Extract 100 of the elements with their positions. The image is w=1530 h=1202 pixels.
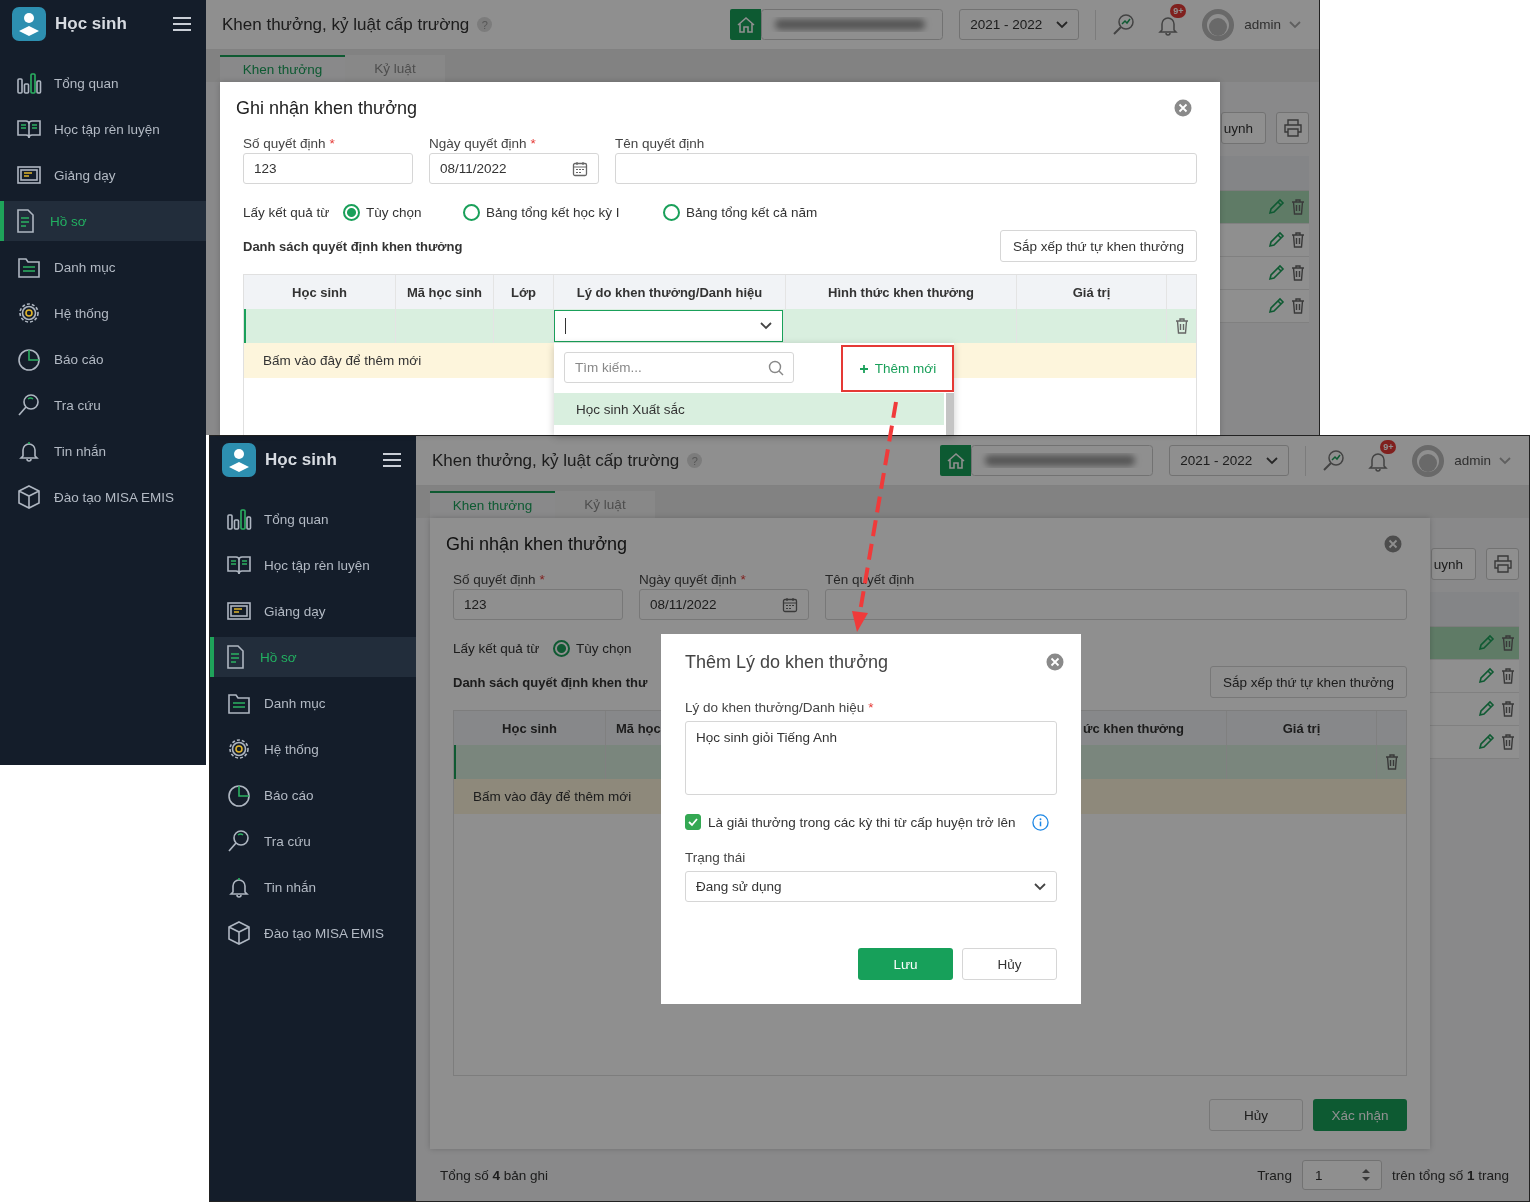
sidebar-item[interactable]: Hồ sơ xyxy=(210,637,416,677)
pencil-icon[interactable] xyxy=(1477,733,1495,751)
spinner-icon[interactable] xyxy=(1360,1167,1371,1183)
sort-button[interactable]: Sắp xếp thứ tự khen thưởng xyxy=(999,230,1197,262)
pencil-icon[interactable] xyxy=(1267,297,1285,315)
radio-button[interactable] xyxy=(343,203,360,221)
add-new-button[interactable]: Thêm mới xyxy=(841,345,954,392)
home-button[interactable] xyxy=(730,9,762,40)
chart-magnifier-icon[interactable] xyxy=(1322,448,1347,473)
close-icon[interactable] xyxy=(1384,535,1402,553)
info-icon[interactable] xyxy=(1032,813,1050,831)
chevron-icon xyxy=(760,322,772,330)
sidebar-item[interactable]: Hệ thống xyxy=(210,729,416,769)
menu-icon[interactable] xyxy=(382,452,402,468)
radio-button[interactable] xyxy=(553,639,570,657)
text-cursor xyxy=(565,318,566,334)
pencil-icon[interactable] xyxy=(1477,700,1495,718)
scrollbar[interactable] xyxy=(946,393,954,435)
dropdown-option[interactable]: Học sinh Xuất sắc xyxy=(554,393,944,425)
year-select[interactable]: 2021 - 2022 xyxy=(959,9,1080,40)
search-field[interactable]: Tìm kiếm... xyxy=(564,352,794,383)
logo-icon xyxy=(12,7,46,41)
sidebar-item[interactable]: Báo cáo xyxy=(210,775,416,815)
source-label: Lấy kết quả từ xyxy=(453,640,541,656)
trash-icon[interactable] xyxy=(1291,199,1305,215)
print-button[interactable] xyxy=(1486,548,1519,580)
sidebar-item[interactable]: Đào tạo MISA EMIS xyxy=(0,477,206,517)
print-button[interactable] xyxy=(1276,112,1309,144)
sidebar-item[interactable]: Tin nhắn xyxy=(210,867,416,907)
trash-icon[interactable] xyxy=(1291,265,1305,281)
sidebar-item[interactable]: Tổng quan xyxy=(210,499,416,539)
sidebar-item[interactable]: Tổng quan xyxy=(0,63,206,103)
sort-button[interactable]: Sắp xếp thứ tự khen thưởng xyxy=(1209,666,1407,698)
input-field[interactable] xyxy=(825,589,1407,620)
sidebar-item[interactable]: Tra cứu xyxy=(210,821,416,861)
editing-row[interactable] xyxy=(244,309,1196,343)
sidebar-item[interactable]: Giảng dạy xyxy=(210,591,416,631)
input-field[interactable]: 123 xyxy=(453,589,623,620)
reason-textarea[interactable]: Học sinh giỏi Tiếng Anh xyxy=(685,721,1057,795)
avatar-icon[interactable] xyxy=(1412,444,1445,477)
calendar-icon[interactable] xyxy=(572,160,588,177)
sidebar-item[interactable]: Đào tạo MISA EMIS xyxy=(210,913,416,953)
sidebar-item[interactable]: Tra cứu xyxy=(0,385,206,425)
trash-icon[interactable] xyxy=(1291,232,1305,248)
magnifier-icon xyxy=(16,392,42,418)
sidebar-item[interactable]: Danh mục xyxy=(210,683,416,723)
sidebar-item[interactable]: Hồ sơ xyxy=(0,201,206,241)
sidebar-item[interactable]: Báo cáo xyxy=(0,339,206,379)
sidebar-item[interactable]: Học tập rèn luyện xyxy=(210,545,416,585)
sidebar-item[interactable]: Danh mục xyxy=(0,247,206,287)
sidebar-item[interactable]: Hệ thống xyxy=(0,293,206,333)
date-field[interactable]: 08/11/2022 xyxy=(429,153,599,184)
cancel-button[interactable]: Hủy xyxy=(962,948,1057,980)
date-field[interactable]: 08/11/2022 xyxy=(639,589,809,620)
sidebar-item[interactable]: Học tập rèn luyện xyxy=(0,109,206,149)
pencil-icon[interactable] xyxy=(1267,231,1285,249)
trash-icon[interactable] xyxy=(1384,754,1399,770)
pencil-icon[interactable] xyxy=(1477,634,1495,652)
pencil-icon[interactable] xyxy=(1267,198,1285,216)
trash-icon[interactable] xyxy=(1501,635,1515,651)
home-button[interactable] xyxy=(940,445,972,476)
sidebar-item[interactable]: Tin nhắn xyxy=(0,431,206,471)
year-select[interactable]: 2021 - 2022 xyxy=(1169,445,1290,476)
status-select[interactable]: Đang sử dụng xyxy=(685,871,1057,902)
checkbox-label: Là giải thưởng trong các kỳ thi từ cấp huyện trở lên xyxy=(708,814,1016,830)
user-menu[interactable]: admin xyxy=(1244,17,1281,32)
search-icon[interactable] xyxy=(768,360,784,376)
cancel-button[interactable]: Hủy xyxy=(1209,1099,1303,1131)
input-field[interactable]: 123 xyxy=(243,153,413,184)
trash-icon[interactable] xyxy=(1501,701,1515,717)
sidebar-item[interactable]: Giảng dạy xyxy=(0,155,206,195)
pencil-icon[interactable] xyxy=(1267,264,1285,282)
pencil-icon[interactable] xyxy=(1477,667,1495,685)
trash-icon[interactable] xyxy=(1501,668,1515,684)
checkbox[interactable] xyxy=(685,814,701,830)
field-label: Ngày quyết định xyxy=(639,571,737,587)
source-label: Lấy kết quả từ xyxy=(243,204,331,220)
app-title: Học sinh xyxy=(55,14,127,34)
page-title: Khen thưởng, kỷ luật cấp trường xyxy=(222,14,470,35)
radio-button[interactable] xyxy=(463,203,480,221)
column-header: Mã học xyxy=(616,720,661,736)
radio-button[interactable] xyxy=(663,203,680,221)
user-menu[interactable]: admin xyxy=(1454,453,1491,468)
avatar-icon[interactable] xyxy=(1202,8,1235,41)
parent-button[interactable]: uynh xyxy=(1430,548,1476,580)
close-icon[interactable] xyxy=(1046,653,1064,671)
option-label: Tùy chọn xyxy=(366,204,422,220)
page-field[interactable]: 1 xyxy=(1301,1160,1382,1190)
menu-icon[interactable] xyxy=(172,16,192,32)
pie-chart-icon xyxy=(16,346,42,372)
calendar-icon[interactable] xyxy=(782,596,798,613)
parent-button[interactable]: uynh xyxy=(1220,112,1266,144)
trash-icon[interactable] xyxy=(1174,318,1189,334)
gear-icon xyxy=(226,736,252,762)
reason-combobox[interactable] xyxy=(554,310,783,342)
trash-icon[interactable] xyxy=(1501,734,1515,750)
close-icon[interactable] xyxy=(1174,99,1192,117)
input-field[interactable] xyxy=(615,153,1197,184)
trash-icon[interactable] xyxy=(1291,298,1305,314)
chart-magnifier-icon[interactable] xyxy=(1112,12,1137,37)
